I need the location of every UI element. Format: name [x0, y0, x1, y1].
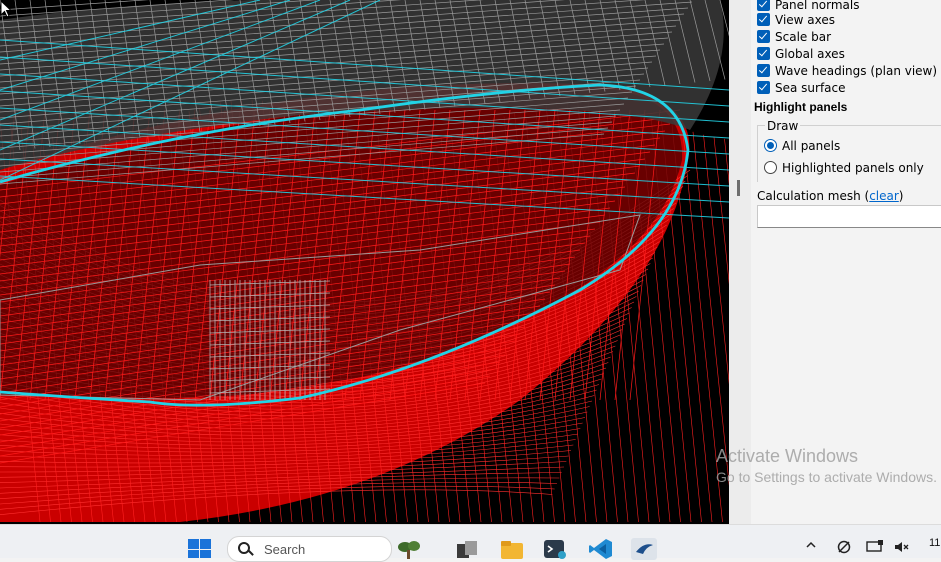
- search-placeholder: Search: [264, 541, 306, 557]
- volume-icon[interactable]: [893, 540, 909, 557]
- view-axes-checkbox[interactable]: View axes: [757, 11, 835, 28]
- chevron-up-icon[interactable]: [805, 540, 817, 553]
- calculation-mesh-field[interactable]: [757, 205, 941, 228]
- radio-selected-icon[interactable]: [764, 139, 777, 152]
- checkbox-checked-icon[interactable]: [757, 13, 770, 26]
- taskbar-search-box[interactable]: Search: [227, 536, 392, 562]
- checkbox-label: Wave headings (plan view): [775, 63, 938, 78]
- taskbar: Search 11: [0, 524, 941, 562]
- radio-unselected-icon[interactable]: [764, 161, 777, 174]
- panel-splitter[interactable]: [729, 0, 751, 524]
- sea-surface-checkbox[interactable]: Sea surface: [757, 79, 846, 96]
- draw-group-legend: Draw: [765, 119, 801, 133]
- checkbox-checked-icon[interactable]: [757, 47, 770, 60]
- checkbox-label: Panel normals: [775, 0, 860, 12]
- highlight-panels-heading: Highlight panels: [754, 100, 848, 114]
- 3d-viewport[interactable]: [0, 0, 729, 524]
- search-icon: [238, 542, 252, 556]
- calculation-mesh-text: Calculation mesh (: [757, 189, 870, 203]
- checkbox-checked-icon[interactable]: [757, 30, 770, 43]
- checkbox-label: View axes: [775, 12, 836, 27]
- taskbar-clock[interactable]: 11: [929, 537, 940, 549]
- checkbox-checked-icon[interactable]: [757, 0, 770, 11]
- display-options-panel: Panel normals View axes Scale bar Global…: [751, 0, 941, 524]
- mouse-cursor-icon: [0, 0, 12, 18]
- checkbox-label: Scale bar: [775, 29, 832, 44]
- scale-bar-checkbox[interactable]: Scale bar: [757, 28, 831, 45]
- all-panels-radio[interactable]: All panels: [764, 137, 840, 154]
- hull-mesh-render: [0, 0, 729, 523]
- calculation-mesh-paren: ): [898, 189, 904, 203]
- display-icon[interactable]: [866, 540, 884, 557]
- clear-mesh-link[interactable]: clear: [869, 189, 899, 203]
- highlighted-only-radio[interactable]: Highlighted panels only: [764, 159, 924, 176]
- network-icon[interactable]: [836, 540, 852, 557]
- start-icon[interactable]: [188, 539, 212, 558]
- checkbox-checked-icon[interactable]: [757, 81, 770, 94]
- checkbox-label: Sea surface: [775, 80, 846, 95]
- radio-label: Highlighted panels only: [782, 160, 924, 175]
- splitter-grip[interactable]: [737, 180, 740, 196]
- global-axes-checkbox[interactable]: Global axes: [757, 45, 845, 62]
- radio-label: All panels: [782, 138, 841, 153]
- checkbox-label: Global axes: [775, 46, 845, 61]
- wave-headings-checkbox[interactable]: Wave headings (plan view): [757, 62, 937, 79]
- calculation-mesh-label: Calculation mesh (clear): [757, 189, 903, 203]
- checkbox-checked-icon[interactable]: [757, 64, 770, 77]
